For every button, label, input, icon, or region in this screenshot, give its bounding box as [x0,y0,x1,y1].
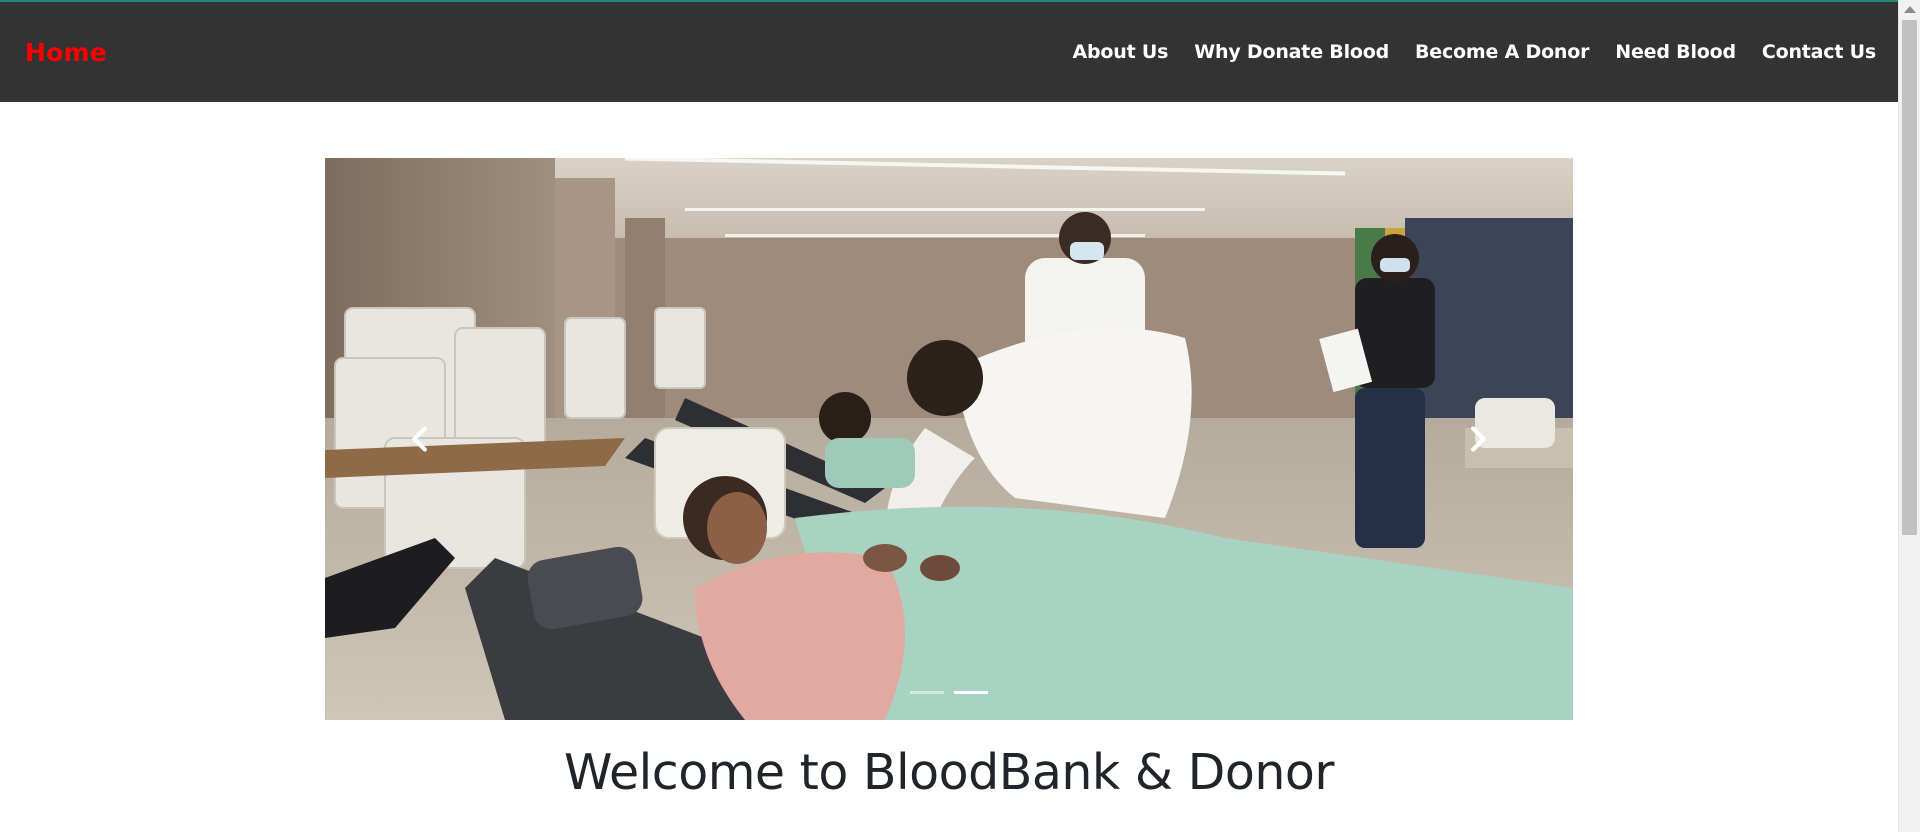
brand-home-link[interactable]: Home [25,38,107,67]
nav-link-contact-us[interactable]: Contact Us [1762,41,1876,63]
chevron-left-icon [412,426,427,452]
nav-links: About Us Why Donate Blood Become A Donor… [1047,41,1877,63]
carousel-next-button[interactable] [1383,158,1573,720]
scrollbar-thumb[interactable] [1902,20,1917,535]
page: Home About Us Why Donate Blood Become A … [0,0,1920,832]
page-heading: Welcome to BloodBank & Donor [563,744,1335,801]
vertical-scrollbar[interactable] [1898,0,1920,832]
nav-link-why-donate-blood[interactable]: Why Donate Blood [1194,41,1389,63]
chevron-right-icon [1471,426,1486,452]
navbar: Home About Us Why Donate Blood Become A … [0,2,1898,102]
image-carousel [325,158,1573,720]
carousel-indicator-2[interactable] [954,691,988,694]
nav-link-need-blood[interactable]: Need Blood [1615,41,1736,63]
carousel-indicator-1[interactable] [910,691,944,694]
carousel-prev-button[interactable] [325,158,515,720]
nav-link-about-us[interactable]: About Us [1073,41,1169,63]
nav-link-become-a-donor[interactable]: Become A Donor [1415,41,1589,63]
scroll-up-arrow-icon[interactable] [1904,6,1916,13]
carousel-indicators [325,691,1573,694]
